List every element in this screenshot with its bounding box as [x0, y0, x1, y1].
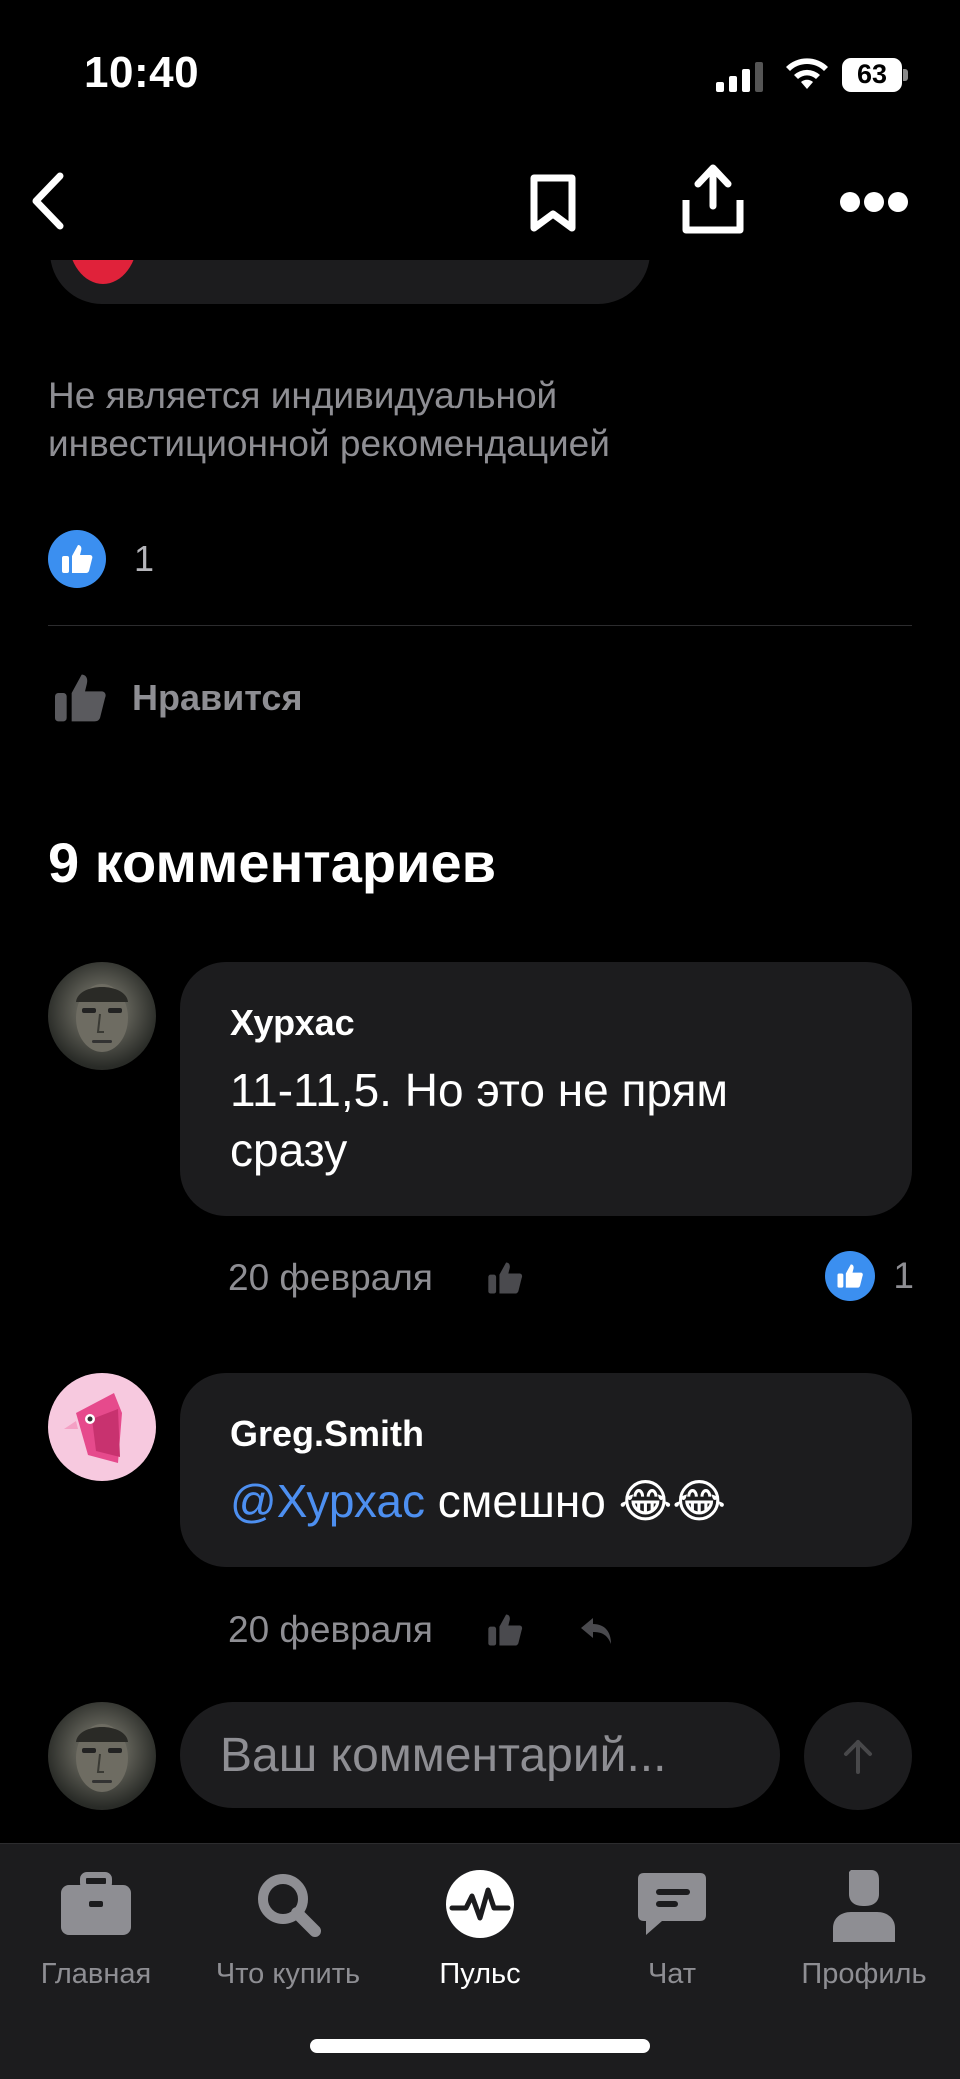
briefcase-icon: [56, 1864, 136, 1944]
user-mention-link[interactable]: @Хурхас: [230, 1475, 425, 1527]
more-dots-icon: [840, 192, 908, 212]
comment-text: 11-11,5. Но это не прям сразу: [230, 1064, 728, 1176]
share-icon: [682, 164, 744, 234]
post-reactions[interactable]: 1: [48, 530, 154, 588]
bookmark-icon: [530, 174, 576, 232]
comment-input[interactable]: [180, 1702, 780, 1808]
wifi-icon: [786, 58, 828, 89]
home-indicator: [310, 2039, 650, 2053]
bottom-tab-bar: Главная Что купить Пульс Чат Профиль: [0, 1843, 960, 2079]
share-button[interactable]: [678, 160, 748, 240]
chevron-left-icon: [32, 172, 64, 230]
thumbs-up-reaction-icon: [825, 1251, 876, 1301]
like-label: Нравится: [132, 677, 303, 718]
user-photo-icon: [76, 984, 128, 1052]
thumbs-up-icon: [488, 1614, 523, 1646]
reply-arrow-icon: [580, 1618, 611, 1644]
tab-profile[interactable]: Профиль: [768, 1864, 960, 2004]
tab-chat[interactable]: Чат: [576, 1864, 768, 2004]
bookmark-button[interactable]: [526, 164, 580, 238]
chat-icon: [632, 1864, 712, 1944]
like-post-button[interactable]: Нравится: [50, 658, 302, 738]
pulse-icon: [440, 1864, 520, 1944]
user-photo-icon: [76, 1724, 128, 1792]
comment-bubble[interactable]: Greg.Smith @Хурхас смешно 😂😂: [180, 1373, 912, 1567]
top-nav-bar: [0, 150, 960, 260]
battery-level: 63: [856, 59, 888, 89]
bird-avatar-icon: [64, 1393, 122, 1463]
tab-what-to-buy[interactable]: Что купить: [192, 1864, 384, 2004]
comment-input-container: [180, 1702, 780, 1808]
tab-label: Пульс: [439, 1958, 521, 1990]
cellular-signal-icon: [716, 62, 763, 92]
current-user-avatar: [48, 1702, 156, 1810]
comment-author[interactable]: Хурхас: [230, 1002, 355, 1044]
comment-like-count: 1: [893, 1255, 914, 1296]
comments-count-title: 9 комментариев: [48, 831, 497, 894]
comment-date: 20 февраля: [228, 1257, 433, 1298]
comment-like-button[interactable]: [485, 1610, 525, 1650]
comment-like-counter[interactable]: 1: [825, 1248, 914, 1304]
thumbs-up-icon: [488, 1262, 523, 1294]
comment-author[interactable]: Greg.Smith: [230, 1413, 424, 1455]
battery-indicator: 63: [842, 58, 908, 92]
post-disclaimer: Не является индивидуальной инвестиционно…: [48, 375, 610, 464]
status-bar: 10:40 63: [0, 0, 960, 150]
reaction-count: 1: [134, 538, 155, 579]
tab-label: Профиль: [801, 1958, 927, 1990]
comment-date: 20 февраля: [228, 1609, 433, 1650]
tab-pulse[interactable]: Пульс: [384, 1864, 576, 2004]
comment-bubble[interactable]: Хурхас 11-11,5. Но это не прям сразу: [180, 962, 912, 1216]
comment-text-body: смешно 😂😂: [424, 1475, 727, 1527]
comment-like-button[interactable]: [485, 1258, 525, 1298]
tab-label: Главная: [40, 1958, 152, 1990]
thumbs-up-icon: [55, 674, 106, 722]
search-icon: [248, 1864, 328, 1944]
divider: [48, 625, 912, 626]
comment-meta: 20 февраля: [228, 1248, 525, 1308]
send-comment-button[interactable]: [804, 1702, 912, 1810]
profile-icon: [824, 1864, 904, 1944]
comment-meta: 20 февраля: [228, 1600, 617, 1660]
status-time: 10:40: [84, 48, 200, 97]
reply-button[interactable]: [577, 1610, 617, 1650]
arrow-up-icon: [844, 1740, 872, 1774]
tab-home[interactable]: Главная: [0, 1864, 192, 2004]
comment-text: @Хурхас смешно 😂😂: [230, 1471, 850, 1531]
tab-label: Что купить: [215, 1958, 361, 1990]
back-button[interactable]: [24, 164, 74, 238]
more-options-button[interactable]: [838, 174, 910, 230]
avatar[interactable]: [48, 1373, 156, 1481]
tab-label: Чат: [647, 1958, 697, 1990]
avatar[interactable]: [48, 962, 156, 1070]
thumbs-up-reaction-icon: [48, 530, 106, 588]
